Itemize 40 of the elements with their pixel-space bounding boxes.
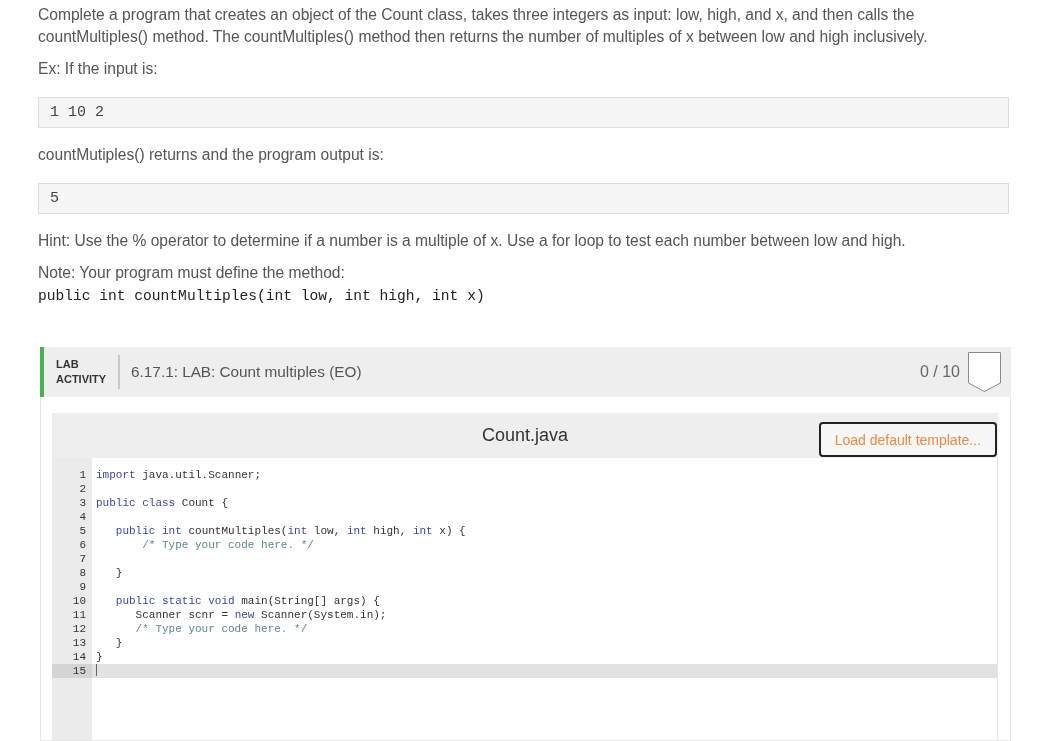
- code-sample: 5: [38, 183, 1009, 214]
- line-number: 3: [78, 496, 87, 510]
- line-number: 8: [78, 566, 87, 580]
- line-number: 2: [78, 482, 87, 496]
- code-sample: 1 10 2: [38, 97, 1009, 128]
- instruction-text: Hint: Use the % operator to determine if a number is a multiple of x. Use a for loop to test each number between low and high.: [38, 231, 907, 251]
- method-signature: public int countMultiples(int low, int high, int x): [38, 287, 485, 306]
- activity-label: LAB ACTIVITY: [56, 357, 107, 387]
- score-text: 0 / 10: [919, 363, 960, 381]
- code-line: /* Type your code here. */: [141, 538, 315, 552]
- line-number: 13: [71, 636, 87, 650]
- code-line: import java.util.Scanner;: [95, 468, 263, 482]
- code-line: public int countMultiples(int low, int high, int x) {: [114, 524, 467, 538]
- code-line: /* Type your code here. */: [134, 622, 309, 636]
- instruction-text: Note: Your program must define the method:: [38, 263, 346, 283]
- code-line: }: [114, 636, 124, 650]
- line-number: 7: [78, 552, 87, 566]
- text-cursor-icon: [96, 664, 97, 676]
- activity-title: 6.17.1: LAB: Count multiples (EO): [131, 363, 362, 381]
- line-number: 4: [78, 510, 87, 524]
- line-number: 5: [78, 524, 87, 538]
- line-number: 15: [52, 664, 92, 678]
- line-number: 14: [71, 650, 87, 664]
- code-line: public class Count {: [95, 496, 230, 510]
- load-template-button[interactable]: Load default template...: [818, 422, 997, 457]
- line-number: 10: [71, 594, 87, 608]
- code-line: Scanner scnr = new Scanner(System.in);: [134, 608, 388, 622]
- code-line: }: [95, 650, 104, 664]
- code-editor[interactable]: [52, 458, 998, 740]
- line-number: 12: [71, 622, 87, 636]
- file-name: Count.java: [481, 425, 569, 446]
- instruction-text: Complete a program that creates an object of the Count class, takes three integers as input: low, high, and x, and then calls the countMultiples() method. The countMultiples() method then returns the number of multiples of x between low and high inclusively.: [38, 5, 929, 47]
- line-number: 11: [71, 608, 87, 622]
- code-line: }: [114, 566, 124, 580]
- line-number: 1: [78, 468, 87, 482]
- instruction-text: countMutiples() returns and the program output is:: [38, 145, 385, 165]
- code-line: public static void main(String[] args) {: [114, 594, 381, 608]
- line-number: 9: [78, 580, 87, 594]
- instruction-text: Ex: If the input is:: [38, 59, 159, 79]
- line-number: 6: [78, 538, 87, 552]
